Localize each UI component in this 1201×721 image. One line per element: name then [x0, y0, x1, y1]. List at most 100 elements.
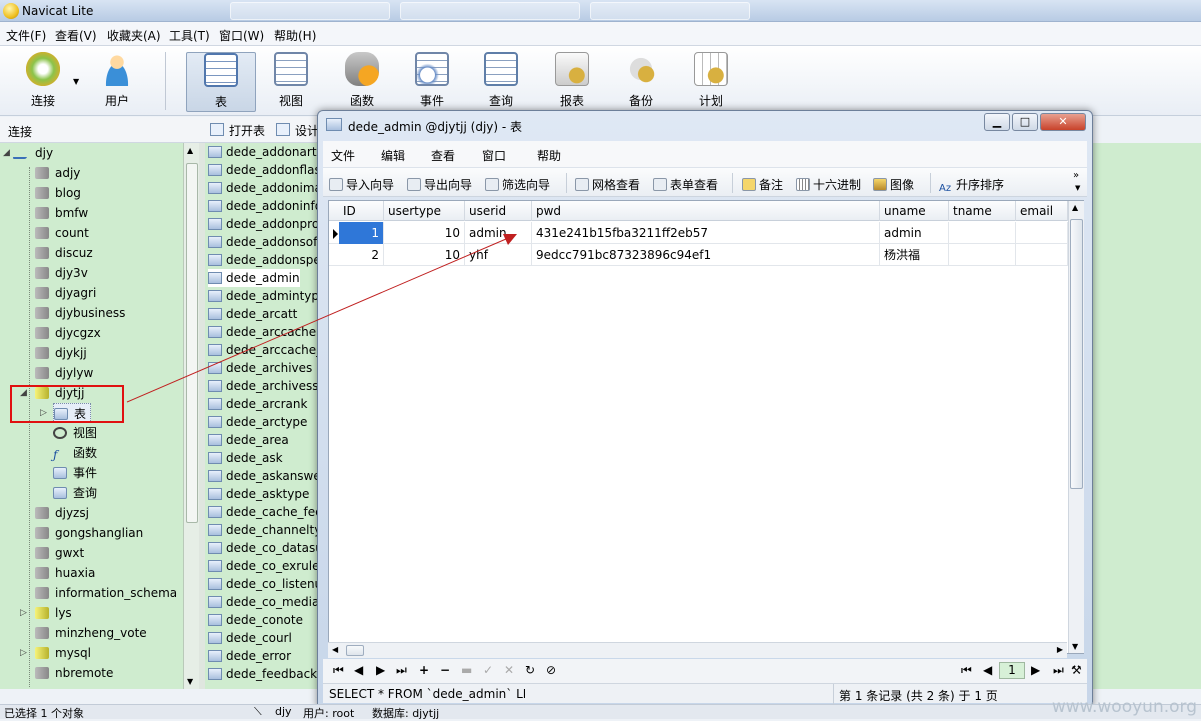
tree-db[interactable]: djyagri [35, 283, 96, 303]
table-list-item[interactable]: dede_co_listenu [208, 575, 322, 593]
tree-db[interactable]: djybusiness [35, 303, 125, 323]
tree-db[interactable]: minzheng_vote [35, 623, 147, 643]
delete-record-icon[interactable]: − [440, 663, 450, 677]
import-wizard-button[interactable]: 导入向导 [329, 176, 394, 193]
grid-view-button[interactable]: 网格查看 [575, 176, 640, 193]
tree-db[interactable]: gongshanglian [35, 523, 143, 543]
form-view-button[interactable]: 表单查看 [653, 176, 718, 193]
tree-db[interactable]: djykjj [35, 343, 87, 363]
table-row[interactable]: 2 10 yhf 9edcc791bc87323896c94ef1 杨洪福 [329, 244, 1068, 266]
expand-arrow-icon[interactable]: ▷ [20, 648, 27, 658]
table-list-item[interactable]: dede_cache_fee [208, 503, 323, 521]
column-header-userid[interactable]: userid [465, 201, 532, 221]
cell-userid[interactable]: yhf [465, 244, 532, 266]
table-list-item[interactable]: dede_feedback [208, 665, 317, 683]
user-button[interactable]: 用户 [94, 52, 140, 112]
last-page-icon[interactable]: ⏭ [1053, 663, 1064, 678]
tree-db[interactable]: djycgzx [35, 323, 101, 343]
collapse-arrow-icon[interactable]: ◢ [3, 148, 10, 158]
tree-db[interactable]: count [35, 223, 89, 243]
table-list-item[interactable]: dede_arcrank [208, 395, 307, 413]
tree-db[interactable]: bmfw [35, 203, 88, 223]
menu-favorites[interactable]: 收藏夹(A) [107, 27, 161, 44]
scroll-up-icon[interactable]: ▲ [187, 146, 193, 155]
table-list-item[interactable]: dede_co_media [208, 593, 319, 611]
open-table-button[interactable]: 打开表 [229, 122, 265, 139]
next-record-icon[interactable]: ▶ [376, 663, 385, 677]
stop-icon[interactable]: ⊘ [546, 663, 556, 677]
table-button[interactable]: 表 [186, 52, 256, 112]
prev-page-icon[interactable]: ◀ [983, 663, 992, 677]
scroll-down-icon[interactable]: ▼ [187, 677, 193, 686]
filter-wizard-button[interactable]: 筛选向导 [485, 176, 550, 193]
table-list-item[interactable]: dede_channelty [208, 521, 321, 539]
tree-db[interactable]: information_schema [35, 583, 177, 603]
cell-usertype[interactable]: 10 [384, 222, 465, 244]
first-page-icon[interactable]: ⏮ [961, 663, 972, 678]
sort-ascending-button[interactable]: Az 升序排序 [939, 176, 1004, 195]
cell-id[interactable]: 1 [339, 222, 384, 244]
grid-vertical-scrollbar[interactable]: ▲ ▼ [1068, 201, 1084, 653]
grid-horizontal-scrollbar[interactable]: ◀ ▶ [328, 642, 1067, 658]
table-list-item[interactable]: dede_addonpro [208, 215, 319, 233]
cell-email[interactable] [1016, 244, 1068, 266]
scroll-up-icon[interactable]: ▲ [1072, 203, 1078, 212]
column-header-id[interactable]: ID [339, 201, 384, 221]
tree-db[interactable]: adjy [35, 163, 80, 183]
table-list-item[interactable]: dede_error [208, 647, 291, 665]
column-header-uname[interactable]: uname [880, 201, 949, 221]
tree-scroll-thumb[interactable] [186, 163, 198, 523]
table-list-item[interactable]: dede_arccache_ [208, 341, 322, 359]
backup-button[interactable]: 备份 [612, 52, 670, 112]
table-list-item[interactable]: dede_admintyp [208, 287, 319, 305]
menu-tools[interactable]: 工具(T) [169, 27, 210, 44]
expand-arrow-icon[interactable]: ▷ [20, 608, 27, 618]
menu-help[interactable]: 帮助(H) [274, 27, 316, 44]
window-menu-window[interactable]: 窗口 [482, 147, 506, 164]
connect-button[interactable]: 连接 [18, 52, 68, 112]
window-menu-view[interactable]: 查看 [431, 147, 455, 164]
column-header-pwd[interactable]: pwd [532, 201, 880, 221]
tree-db[interactable]: mysql [35, 643, 91, 663]
report-button[interactable]: 报表 [543, 52, 601, 112]
menu-window[interactable]: 窗口(W) [219, 27, 264, 44]
table-list-item[interactable]: dede_addonspe [208, 251, 321, 269]
window-menu-file[interactable]: 文件 [331, 147, 355, 164]
table-list-item[interactable]: dede_addonflas [208, 161, 321, 179]
cell-id[interactable]: 2 [339, 244, 384, 266]
table-list-item[interactable]: dede_archivessp [208, 377, 323, 395]
image-button[interactable]: 图像 [873, 176, 914, 193]
cell-usertype[interactable]: 10 [384, 244, 465, 266]
table-list-item[interactable]: dede_arcatt [208, 305, 297, 323]
view-button[interactable]: 视图 [262, 52, 320, 112]
tree-db[interactable]: lys [35, 603, 72, 623]
function-button[interactable]: 函数 [333, 52, 391, 112]
table-list-item[interactable]: dede_addoninfo [208, 197, 322, 215]
table-list-item[interactable]: dede_co_exrule [208, 557, 319, 575]
tree-db[interactable]: discuz [35, 243, 93, 263]
cell-tname[interactable] [949, 244, 1016, 266]
toolbar-overflow-icon[interactable]: » [1073, 170, 1079, 181]
table-list-item[interactable]: dede_addonsof [208, 233, 317, 251]
column-header-usertype[interactable]: usertype [384, 201, 465, 221]
settings-tools-icon[interactable]: ⚒ [1071, 663, 1082, 677]
first-record-icon[interactable]: ⏮ [333, 663, 344, 678]
event-button[interactable]: 事件 [403, 52, 461, 112]
connect-dropdown-icon[interactable]: ▼ [73, 77, 79, 86]
cell-tname[interactable] [949, 222, 1016, 244]
scroll-right-icon[interactable]: ▶ [1057, 645, 1063, 654]
column-header-tname[interactable]: tname [949, 201, 1016, 221]
cell-uname[interactable]: 杨洪福 [880, 244, 949, 266]
table-list-item[interactable]: dede_ask [208, 449, 283, 467]
table-list-item[interactable]: dede_courl [208, 629, 292, 647]
tree-db[interactable]: blog [35, 183, 81, 203]
cell-pwd[interactable]: 9edcc791bc87323896c94ef1 [532, 244, 880, 266]
menu-file[interactable]: 文件(F) [6, 27, 46, 44]
tree-node-views[interactable]: 视图 [53, 423, 97, 443]
menu-view[interactable]: 查看(V) [55, 27, 97, 44]
cell-userid[interactable]: admin [465, 222, 532, 244]
window-menu-edit[interactable]: 编辑 [381, 147, 405, 164]
toolbar-dropdown-icon[interactable]: ▼ [1075, 184, 1080, 192]
cell-uname[interactable]: admin [880, 222, 949, 244]
tree-db[interactable]: djy3v [35, 263, 88, 283]
